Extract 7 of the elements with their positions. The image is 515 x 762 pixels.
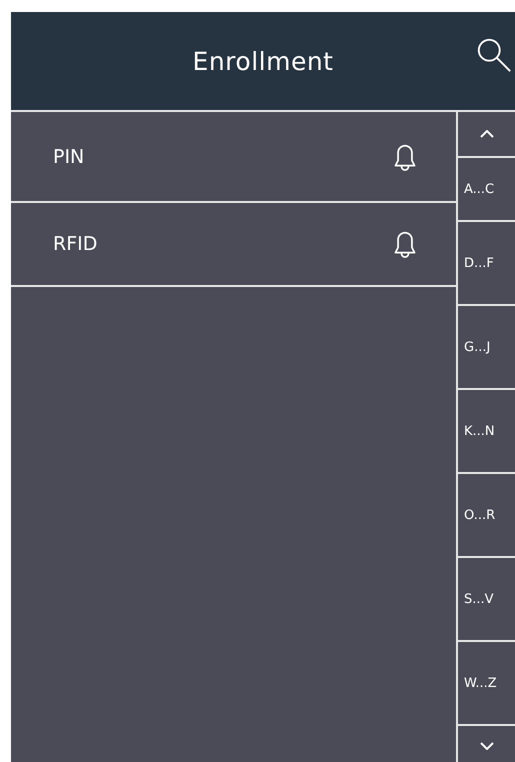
chevron-up-icon (480, 130, 494, 138)
search-icon[interactable] (475, 36, 513, 74)
screen-title: Enrollment (192, 46, 334, 76)
list-item[interactable]: RFID (11, 203, 456, 287)
chevron-down-icon (480, 742, 494, 750)
bell-icon (392, 229, 418, 259)
list-item[interactable]: PIN (11, 112, 456, 203)
